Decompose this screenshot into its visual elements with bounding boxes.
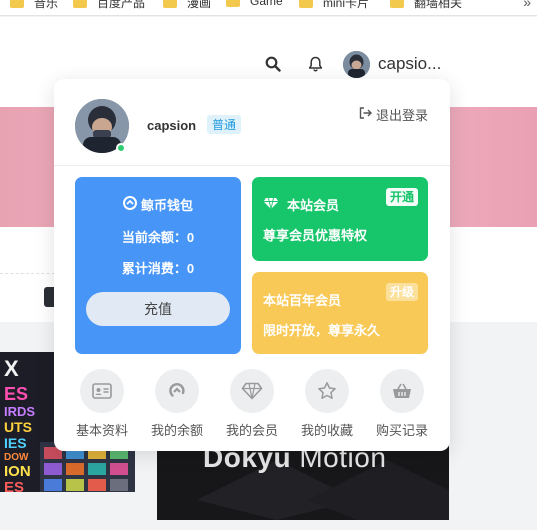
spent-row: 累计消费：0 [121, 261, 195, 276]
id-card-icon [80, 369, 124, 413]
bookmark-item[interactable]: 翻墙相关 [390, 0, 462, 11]
bookmark-item[interactable]: 音乐 [10, 0, 58, 11]
bookmark-item[interactable]: 漫画 [163, 0, 211, 11]
user-avatar[interactable] [343, 51, 370, 78]
bookmark-item[interactable]: mini卡片 [299, 0, 369, 11]
shortcut-label: 我的收藏 [300, 423, 353, 438]
search-icon[interactable] [262, 53, 284, 75]
logout-button[interactable]: 退出登录 [359, 105, 428, 124]
wallet-title: 鲸币钱包 [75, 195, 241, 214]
bookmark-bar: 音乐 百度产品 漫画 Game mini卡片 翻墙相关 » [0, 0, 537, 16]
panel-username: capsion [147, 118, 197, 133]
shortcut-label: 我的会员 [225, 423, 278, 438]
folder-icon [163, 0, 177, 8]
folder-icon [390, 0, 404, 8]
folder-icon [73, 0, 87, 8]
balance-value: 0 [186, 230, 195, 245]
diamond-icon [263, 197, 279, 213]
svg-text:ION: ION [4, 463, 31, 480]
recharge-button[interactable]: 充值 [86, 292, 230, 326]
user-dropdown-panel: capsion 普通 退出登录 鲸币钱包 当前余额：0 累计消费：0 充值 本站… [54, 79, 450, 451]
panel-divider [54, 165, 450, 166]
vip-card[interactable]: 本站会员 开通 尊享会员优惠特权 [252, 177, 428, 261]
balance-row: 当前余额：0 [121, 230, 195, 245]
shortcut-membership[interactable]: 我的会员 [219, 369, 285, 439]
folder-icon [299, 0, 313, 8]
folder-icon [226, 0, 240, 7]
svg-text:IRDS: IRDS [4, 404, 35, 419]
vip-open-badge[interactable]: 开通 [385, 188, 418, 206]
shortcut-purchases[interactable]: 购买记录 [369, 369, 435, 439]
balance-icon [155, 369, 199, 413]
svg-text:DOW: DOW [4, 452, 29, 463]
vip-title: 本站会员 [263, 195, 339, 214]
shortcut-row: 基本资料 我的余额 我的会员 我的收藏 购买记录 [69, 369, 435, 439]
star-icon [305, 369, 349, 413]
shortcut-balance[interactable]: 我的余额 [144, 369, 210, 439]
logout-icon [359, 107, 372, 122]
century-title: 本站百年会员 [263, 293, 342, 308]
svg-text:ES: ES [4, 384, 28, 404]
bookmark-overflow-button[interactable]: » [523, 0, 531, 10]
svg-text:ES: ES [4, 479, 24, 492]
vip-desc: 尊享会员优惠特权 [263, 228, 368, 243]
century-desc: 限时开放，尊享永久 [263, 323, 381, 338]
shortcut-label: 我的余额 [150, 423, 203, 438]
svg-text:UTS: UTS [4, 419, 32, 435]
header-username[interactable]: capsio... [378, 54, 441, 74]
bookmark-item[interactable]: 百度产品 [73, 0, 145, 11]
logout-label: 退出登录 [375, 108, 428, 123]
online-status-dot [116, 143, 126, 153]
bell-icon[interactable] [304, 53, 326, 75]
divider [0, 273, 60, 274]
upgrade-badge[interactable]: 升级 [385, 283, 418, 301]
svg-text:X: X [4, 356, 19, 381]
wallet-card: 鲸币钱包 当前余额：0 累计消费：0 充值 [75, 177, 241, 354]
bookmark-item[interactable]: Game [226, 0, 283, 8]
shortcut-label: 基本资料 [75, 423, 128, 438]
basket-icon [380, 369, 424, 413]
folder-icon [10, 0, 24, 8]
diamond-icon [230, 369, 274, 413]
shortcut-favorites[interactable]: 我的收藏 [294, 369, 360, 439]
shortcut-profile[interactable]: 基本资料 [69, 369, 135, 439]
level-badge: 普通 [207, 115, 242, 134]
century-member-card[interactable]: 本站百年会员 升级 限时开放，尊享永久 [252, 272, 428, 354]
shortcut-label: 购买记录 [375, 423, 428, 438]
coin-icon [122, 196, 137, 213]
svg-text:IES: IES [4, 435, 27, 451]
spent-value: 0 [186, 261, 195, 276]
